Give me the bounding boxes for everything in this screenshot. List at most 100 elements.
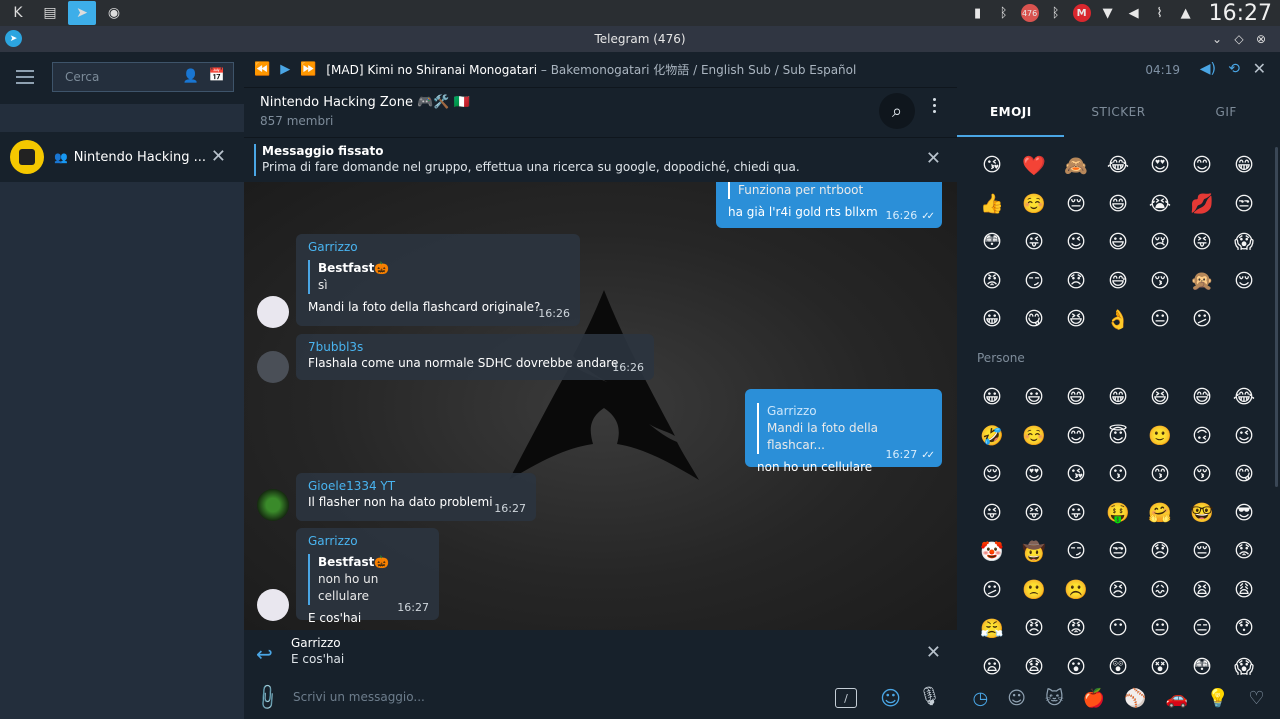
emoji-item[interactable]: 😒 <box>1223 185 1265 224</box>
emoji-item[interactable]: 👌 <box>1097 300 1139 339</box>
emoji-item[interactable]: 💋 <box>1181 185 1223 224</box>
kde-menu-icon[interactable]: K <box>4 1 32 25</box>
emoji-item[interactable]: 😩 <box>1223 571 1265 610</box>
message-sender[interactable]: Garrizzo <box>308 534 427 548</box>
emoji-item[interactable]: 😯 <box>1223 609 1265 648</box>
bluetooth-icon[interactable]: ᛒ <box>995 4 1013 22</box>
search-in-chat-icon[interactable]: ⌕ <box>879 93 915 129</box>
emoji-item[interactable]: 😱 <box>1223 223 1265 262</box>
heart-icon[interactable]: ♡ <box>1248 688 1264 709</box>
emoji-item[interactable]: ❤️ <box>1013 146 1055 185</box>
emoji-item[interactable]: 🤓 <box>1181 494 1223 533</box>
emoji-item[interactable]: 😆 <box>1139 378 1181 417</box>
emoji-item[interactable]: 😍 <box>1013 455 1055 494</box>
emoji-item[interactable]: 😶 <box>1097 609 1139 648</box>
mega-icon[interactable]: M <box>1072 4 1091 22</box>
message-bubble-outgoing[interactable]: Garrizzo Mandi la foto della flashcar...… <box>745 389 942 474</box>
clipboard-icon[interactable]: ▮ <box>969 4 987 22</box>
emoji-item[interactable]: ☹️ <box>1055 571 1097 610</box>
emoji-item[interactable]: 😊 <box>1055 417 1097 456</box>
emoji-item[interactable]: 😁 <box>1223 146 1265 185</box>
tab-gif[interactable]: GIF <box>1172 87 1280 137</box>
apple-icon[interactable]: 🍎 <box>1083 688 1105 709</box>
chat-list-item[interactable]: 👥 Nintendo Hacking ... ✕ <box>0 132 244 182</box>
emoji-item[interactable]: 😌 <box>1223 262 1265 301</box>
tab-emoji[interactable]: EMOJI <box>957 87 1065 137</box>
emoji-item[interactable]: 😄 <box>1097 185 1139 224</box>
emoji-item[interactable]: 😖 <box>1139 571 1181 610</box>
ball-icon[interactable]: ⚾ <box>1124 688 1146 709</box>
emoji-item[interactable]: 😛 <box>1055 494 1097 533</box>
emoji-item[interactable]: 😠 <box>1013 609 1055 648</box>
message-bubble[interactable]: Garrizzo Bestfast🎃 non ho un cellulare E… <box>296 528 439 625</box>
emoji-item[interactable]: 😂 <box>1097 146 1139 185</box>
emoji-item[interactable]: 😌 <box>971 455 1013 494</box>
emoji-item[interactable]: 👍 <box>971 185 1013 224</box>
emoji-item[interactable]: 😆 <box>1055 300 1097 339</box>
bluetooth-icon[interactable]: ᛒ <box>1047 4 1065 22</box>
emoji-item[interactable]: 😭 <box>1139 185 1181 224</box>
emoji-item[interactable]: 😕 <box>971 571 1013 610</box>
tab-sticker[interactable]: STICKER <box>1065 87 1173 137</box>
emoji-item[interactable]: 😤 <box>971 609 1013 648</box>
message-sender[interactable]: Garrizzo <box>308 240 568 254</box>
taskbar-app-notes-icon[interactable]: ▤ <box>36 1 64 25</box>
emoji-item[interactable]: 😋 <box>1013 300 1055 339</box>
minimize-icon[interactable]: ⌄ <box>1206 26 1228 52</box>
emoji-item[interactable]: 😞 <box>1139 532 1181 571</box>
emoji-item[interactable]: 😒 <box>1097 532 1139 571</box>
emoji-item[interactable]: 😐 <box>1139 609 1181 648</box>
emoji-item[interactable]: 😄 <box>1055 378 1097 417</box>
emoji-item[interactable]: 😘 <box>1055 455 1097 494</box>
emoji-item[interactable]: 😡 <box>1055 609 1097 648</box>
emoji-scrollbar[interactable] <box>1275 147 1278 487</box>
message-input[interactable]: Scrivi un messaggio... <box>293 690 425 704</box>
close-window-icon[interactable]: ⊗ <box>1250 26 1272 52</box>
message-sender[interactable]: Gioele1334 YT <box>308 479 524 493</box>
emoji-item[interactable]: 😔 <box>1181 532 1223 571</box>
bot-commands-icon[interactable]: / <box>835 688 857 708</box>
emoji-item[interactable]: 😋 <box>1223 455 1265 494</box>
emoji-item[interactable]: 😔 <box>1055 185 1097 224</box>
microphone-icon[interactable]: 🎙 <box>918 686 941 707</box>
reply-quote[interactable]: Bestfast🎃 sì <box>308 260 568 294</box>
emoji-item[interactable]: 😳 <box>971 223 1013 262</box>
emoji-item[interactable]: 😊 <box>1181 146 1223 185</box>
emoji-item[interactable]: 😑 <box>1181 609 1223 648</box>
emoji-item[interactable]: 🤣 <box>971 417 1013 456</box>
emoji-item[interactable]: 😂 <box>1223 378 1265 417</box>
user-avatar-gioele1334[interactable] <box>257 489 289 521</box>
emoji-item[interactable]: 😀 <box>971 378 1013 417</box>
message-bubble[interactable]: Garrizzo Bestfast🎃 sì Mandi la foto dell… <box>296 234 580 326</box>
emoji-item[interactable]: 😏 <box>1013 262 1055 301</box>
message-bubble[interactable]: 7bubbl3s Flashala come una normale SDHC … <box>296 334 654 380</box>
emoji-item[interactable]: 😐 <box>1139 300 1181 339</box>
emoji-item[interactable]: 😝 <box>1013 494 1055 533</box>
cancel-reply-icon[interactable]: ✕ <box>926 642 941 663</box>
attach-icon[interactable]: 📎 <box>252 682 283 713</box>
bulb-icon[interactable]: 💡 <box>1207 688 1229 709</box>
emoji-item[interactable]: 😀 <box>971 300 1013 339</box>
emoji-button-icon[interactable]: ☺ <box>880 686 901 710</box>
user-avatar-7bubbl3s[interactable] <box>257 351 289 383</box>
emoji-item[interactable]: 😁 <box>1097 378 1139 417</box>
car-icon[interactable]: 🚗 <box>1166 688 1188 709</box>
emoji-item[interactable]: 😗 <box>1097 455 1139 494</box>
emoji-item[interactable]: ☺️ <box>1013 185 1055 224</box>
emoji-item[interactable]: 🤗 <box>1139 494 1181 533</box>
recent-icon[interactable]: ◷ <box>972 688 988 709</box>
message-sender[interactable]: 7bubbl3s <box>308 340 642 354</box>
emoji-item[interactable]: 😃 <box>1013 378 1055 417</box>
volume-icon[interactable]: ◀) <box>1200 61 1216 77</box>
message-bubble[interactable]: Gioele1334 YT Il flasher non ha dato pro… <box>296 473 536 521</box>
taskbar-app-firefox-icon[interactable]: ◉ <box>100 1 128 25</box>
smile-icon[interactable]: ☺ <box>1007 688 1026 709</box>
reply-quote[interactable]: Garrizzo Mandi la foto della flashcar... <box>757 403 930 454</box>
emoji-item[interactable]: ☺️ <box>1013 417 1055 456</box>
close-player-icon[interactable]: ✕ <box>1253 59 1266 78</box>
tray-expand-icon[interactable]: ▲ <box>1177 4 1195 22</box>
emoji-item[interactable]: 😉 <box>1223 417 1265 456</box>
close-pinned-icon[interactable]: ✕ <box>926 148 941 169</box>
emoji-item[interactable]: 😡 <box>971 262 1013 301</box>
message-bubble-outgoing[interactable]: Funziona per ntrboot ha già l'r4i gold r… <box>716 182 942 228</box>
